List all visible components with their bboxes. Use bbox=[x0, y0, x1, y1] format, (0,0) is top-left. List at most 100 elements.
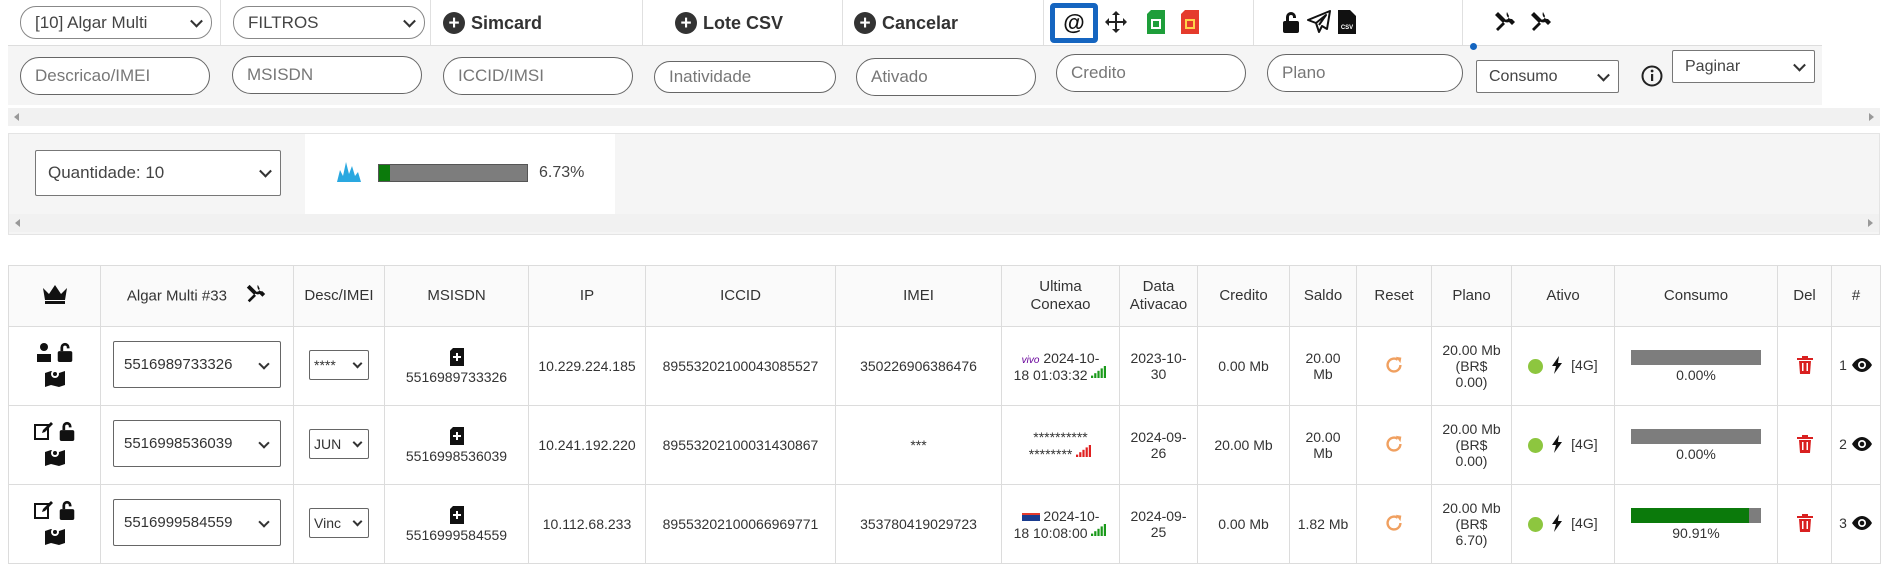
number-select[interactable]: 5516999584559 bbox=[113, 499, 281, 546]
client-select[interactable]: [10] Algar Multi bbox=[20, 6, 212, 39]
panel-hscrollbar[interactable] bbox=[9, 214, 1879, 232]
refresh-icon[interactable] bbox=[1383, 514, 1405, 537]
tools-icon-2[interactable] bbox=[1528, 9, 1554, 35]
top-toolbar: [10] Algar Multi FILTROS + Simcard + Lot… bbox=[0, 0, 1901, 126]
desc-select[interactable]: **** bbox=[309, 349, 369, 380]
trash-icon[interactable] bbox=[1796, 434, 1813, 456]
table-row: 5516999584559 Vinc 5516999584559 10.112.… bbox=[8, 484, 1881, 564]
green-sim-icon[interactable] bbox=[1146, 9, 1166, 35]
number-select[interactable]: 5516989733326 bbox=[113, 341, 281, 388]
row-actions-cell bbox=[8, 484, 101, 564]
toolbar-row-filters: Consumo Paginar bbox=[8, 43, 1822, 105]
map-pin-icon[interactable] bbox=[44, 528, 66, 548]
ativo-header[interactable]: Ativo bbox=[1511, 265, 1615, 327]
eye-icon[interactable] bbox=[1851, 436, 1873, 454]
filters-select[interactable]: FILTROS bbox=[233, 6, 425, 39]
claro-logo bbox=[1021, 512, 1040, 521]
user-icon[interactable] bbox=[36, 342, 52, 365]
credito-input[interactable] bbox=[1056, 54, 1246, 92]
ativado-input[interactable] bbox=[856, 58, 1036, 96]
unlock-icon[interactable] bbox=[1280, 9, 1302, 35]
usage-progress-fill bbox=[379, 165, 390, 181]
plano-header[interactable]: Plano bbox=[1431, 265, 1512, 327]
tools-icon[interactable] bbox=[1492, 9, 1518, 35]
saldo-unit: Mb bbox=[1313, 445, 1333, 461]
iccid-header[interactable]: ICCID bbox=[645, 265, 836, 327]
saldo-header[interactable]: Saldo bbox=[1289, 265, 1357, 327]
plano-input[interactable] bbox=[1267, 54, 1463, 92]
lock-open-icon[interactable] bbox=[56, 342, 74, 365]
number-select[interactable]: 5516998536039 bbox=[113, 420, 281, 467]
scroll-right-icon[interactable] bbox=[1869, 113, 1874, 121]
del-header[interactable]: Del bbox=[1777, 265, 1832, 327]
svg-text:CSV: CSV bbox=[1341, 25, 1353, 31]
index-header[interactable]: # bbox=[1831, 265, 1881, 327]
ultima-conexao-cell: 2024-10- 18 10:08:00 bbox=[1001, 484, 1120, 564]
descricao-imei-input[interactable] bbox=[20, 57, 210, 95]
desc-header[interactable]: Desc/IMEI bbox=[293, 265, 385, 327]
eye-icon[interactable] bbox=[1851, 357, 1873, 375]
crown-header[interactable] bbox=[8, 265, 101, 327]
lock-open-icon[interactable] bbox=[58, 421, 76, 444]
msisdn-input[interactable] bbox=[232, 56, 422, 94]
cancelar-button[interactable]: + Cancelar bbox=[854, 9, 958, 37]
paginar-select[interactable]: Paginar bbox=[1672, 50, 1815, 83]
trash-icon[interactable] bbox=[1796, 513, 1813, 535]
delete-cell bbox=[1777, 326, 1832, 406]
move-icon[interactable] bbox=[1103, 9, 1129, 35]
consumo-cell: 0.00% bbox=[1614, 326, 1778, 406]
edit-icon[interactable] bbox=[33, 500, 54, 523]
scroll-left-icon[interactable] bbox=[14, 113, 19, 121]
ultima-conexao-header[interactable]: Ultima Conexao bbox=[1001, 265, 1120, 327]
inatividade-input[interactable] bbox=[654, 61, 836, 93]
map-pin-icon[interactable] bbox=[44, 449, 66, 469]
desc-select[interactable]: Vinc bbox=[309, 507, 369, 538]
data-ativacao-header[interactable]: Data Ativacao bbox=[1119, 265, 1198, 327]
saldo-value: 1.82 Mb bbox=[1297, 516, 1349, 532]
ip-value: 10.112.68.233 bbox=[528, 484, 646, 564]
quantidade-select[interactable]: Quantidade: 10 bbox=[35, 150, 281, 196]
sim-card-icon[interactable] bbox=[389, 347, 524, 369]
sim-card-icon[interactable] bbox=[389, 426, 524, 448]
refresh-icon[interactable] bbox=[1383, 435, 1405, 458]
eye-icon[interactable] bbox=[1851, 515, 1873, 533]
map-pin-icon[interactable] bbox=[44, 370, 66, 390]
consumo-select[interactable]: Consumo bbox=[1476, 60, 1619, 93]
algar-header[interactable]: Algar Multi #33 bbox=[100, 265, 294, 327]
ultima-conexao-date: ********** bbox=[1033, 428, 1088, 445]
trash-icon[interactable] bbox=[1796, 355, 1813, 377]
plano-price: 0.00) bbox=[1455, 453, 1488, 469]
reset-header[interactable]: Reset bbox=[1356, 265, 1432, 327]
data-ativacao-day: 26 bbox=[1150, 445, 1167, 461]
ip-header[interactable]: IP bbox=[528, 265, 646, 327]
credito-value: 0.00 Mb bbox=[1197, 326, 1290, 406]
csv-file-icon[interactable]: CSV bbox=[1336, 9, 1358, 35]
iccid-imsi-input[interactable] bbox=[443, 57, 633, 95]
credito-header[interactable]: Credito bbox=[1197, 265, 1290, 327]
row-index: 2 bbox=[1839, 436, 1847, 453]
msisdn-value: 5516998536039 bbox=[405, 447, 508, 464]
sim-card-icon[interactable] bbox=[389, 505, 524, 527]
send-icon[interactable] bbox=[1306, 9, 1332, 35]
edit-icon[interactable] bbox=[33, 421, 54, 444]
red-sim-icon[interactable] bbox=[1180, 9, 1200, 35]
scroll-right-icon[interactable] bbox=[1868, 219, 1873, 227]
add-simcard-button[interactable]: + Simcard bbox=[443, 9, 542, 37]
imei-header[interactable]: IMEI bbox=[835, 265, 1002, 327]
msisdn-header[interactable]: MSISDN bbox=[384, 265, 529, 327]
saldo-cell: 1.82 Mb bbox=[1289, 484, 1357, 564]
toolbar-row-actions: [10] Algar Multi FILTROS + Simcard + Lot… bbox=[0, 0, 1880, 105]
data-ativacao-cell: 2024-09- 26 bbox=[1119, 405, 1198, 485]
info-icon[interactable] bbox=[1640, 64, 1664, 88]
reset-cell bbox=[1356, 484, 1432, 564]
toolbar-hscrollbar[interactable] bbox=[8, 108, 1880, 126]
ultima-header-line1: Ultima bbox=[1039, 278, 1082, 295]
lote-csv-button[interactable]: + Lote CSV bbox=[675, 9, 783, 37]
at-sign-icon[interactable]: @ bbox=[1050, 3, 1098, 43]
refresh-icon[interactable] bbox=[1383, 356, 1405, 379]
tools-icon[interactable] bbox=[245, 284, 267, 309]
lock-open-icon[interactable] bbox=[58, 500, 76, 523]
desc-select[interactable]: JUN bbox=[309, 428, 369, 459]
consumo-header[interactable]: Consumo bbox=[1614, 265, 1778, 327]
scroll-left-icon[interactable] bbox=[15, 219, 20, 227]
